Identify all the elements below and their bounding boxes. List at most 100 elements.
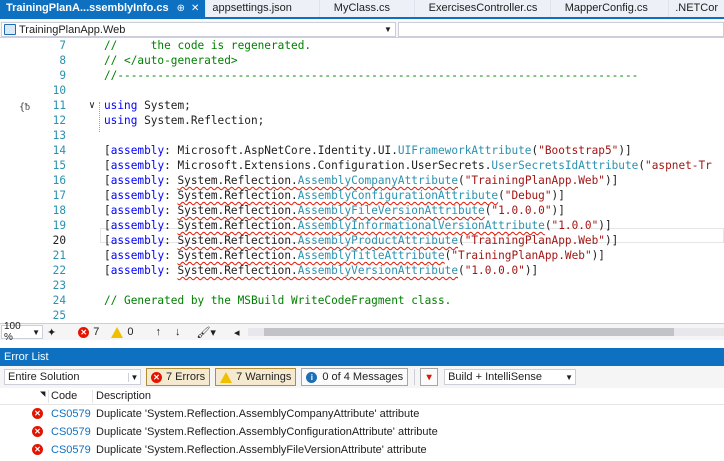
code-line: 14 [assembly: Microsoft.AspNetCore.Identi…: [0, 143, 724, 158]
error-icon: ✕: [151, 371, 162, 383]
namespace-text: System.Reflection.: [177, 264, 298, 277]
keyword: using: [104, 114, 138, 127]
column-divider[interactable]: [48, 390, 49, 403]
error-icon: ✕: [32, 426, 43, 437]
line-number: 15: [52, 159, 66, 172]
previous-issue-icon[interactable]: ↑: [155, 326, 161, 338]
scrollbar-thumb[interactable]: [263, 328, 674, 336]
tab-myclass[interactable]: MyClass.cs: [320, 0, 415, 17]
attribute-name: AssemblyVersionAttribute: [297, 264, 459, 277]
scope-value: Entire Solution: [8, 371, 80, 383]
namespace-text: System.Reflection.: [177, 174, 298, 187]
scroll-left-icon[interactable]: ◂: [234, 326, 240, 339]
keyword: using: [104, 99, 138, 112]
build-intellisense-dropdown[interactable]: Build + IntelliSense ▼: [444, 369, 577, 385]
attribute-name: AssemblyConfigurationAttribute: [297, 189, 499, 202]
namespace-text: Microsoft.AspNetCore.Identity.UI.: [177, 144, 398, 157]
tab-label: MapperConfig.cs: [564, 2, 648, 14]
namespace-text: System;: [137, 99, 191, 112]
error-code-link[interactable]: CS0579: [51, 444, 91, 456]
attribute-name: AssemblyTitleAttribute: [297, 249, 445, 262]
line-number: 16: [52, 174, 66, 187]
string-literal: "Bootstrap5": [538, 144, 619, 157]
keyword: assembly: [110, 249, 165, 262]
error-icon: ✕: [32, 408, 43, 419]
project-dropdown[interactable]: TrainingPlanApp.Web ▼: [1, 22, 396, 37]
error-count[interactable]: ✕ 7: [78, 326, 99, 338]
keyword: assembly: [110, 174, 165, 187]
tab-assemblyinfo[interactable]: TrainingPlanA...ssemblyInfo.cs ⊕ ✕: [0, 0, 207, 17]
line-number: 20: [52, 234, 66, 247]
error-icon: ✕: [32, 444, 43, 455]
code-line: 16 [assembly: System.Reflection.AssemblyC…: [0, 173, 724, 188]
tab-label: .NETCor: [675, 2, 718, 14]
warning-count-value: 0: [127, 326, 134, 338]
error-row[interactable]: ✕ CS0579 Duplicate 'System.Reflection.As…: [0, 423, 724, 441]
error-row[interactable]: ✕ CS0579 Duplicate 'System.Reflection.As…: [0, 441, 724, 459]
chevron-down-icon: ▼: [32, 327, 40, 337]
next-issue-icon[interactable]: ↓: [175, 326, 181, 338]
chevron-down-icon: ▼: [565, 372, 574, 382]
editor-status-bar: 100 % ▼ ✦ ✕ 7 0 ↑ ↓ 🖌▾ ◂: [0, 321, 724, 343]
error-description: Duplicate 'System.Reflection.AssemblyCon…: [96, 426, 438, 438]
horizontal-scrollbar[interactable]: [247, 328, 724, 336]
code-line: 24 // Generated by the MSBuild WriteCodeF…: [0, 293, 724, 308]
warnings-filter-button[interactable]: 7 Warnings: [215, 368, 297, 386]
copilot-icon[interactable]: ✦: [47, 326, 56, 339]
code-cleanup-icon[interactable]: 🖌▾: [196, 326, 216, 339]
line-number: 19: [52, 219, 66, 232]
code-line: 23: [0, 278, 724, 293]
column-divider[interactable]: [92, 390, 93, 403]
string-literal: "1.0.0.0": [491, 204, 552, 217]
scope-dropdown[interactable]: Entire Solution ▼: [4, 369, 141, 385]
code-line: 10: [0, 83, 724, 98]
collapse-chevron-icon[interactable]: ∨: [89, 98, 95, 113]
warning-count[interactable]: 0: [111, 326, 133, 338]
filter-icon[interactable]: ▾: [420, 368, 439, 386]
error-code-link[interactable]: CS0579: [51, 408, 91, 420]
namespace-text: System.Reflection;: [137, 114, 265, 127]
document-tab-strip: TrainingPlanA...ssemblyInfo.cs ⊕ ✕ appse…: [0, 0, 724, 19]
tab-netcore[interactable]: .NETCor: [669, 0, 724, 17]
tab-label: appsettings.json: [212, 2, 292, 14]
error-description: Duplicate 'System.Reflection.AssemblyCom…: [96, 408, 420, 420]
keyword: assembly: [110, 204, 165, 217]
error-row[interactable]: ✕ CS0579 Duplicate 'System.Reflection.As…: [0, 405, 724, 423]
tab-mapperconfig[interactable]: MapperConfig.cs: [551, 0, 670, 17]
line-number: 24: [52, 294, 66, 307]
namespace-text: System.Reflection.: [177, 249, 298, 262]
code-editor[interactable]: {ᵬ 7// the code is regenerated. 8// </au…: [0, 38, 724, 323]
csharp-project-icon: [4, 24, 16, 35]
error-list-title: Error List: [0, 348, 724, 366]
error-code-link[interactable]: CS0579: [51, 426, 91, 438]
keyword: assembly: [110, 234, 165, 247]
tab-exercisescontroller[interactable]: ExercisesController.cs: [415, 0, 551, 17]
zoom-dropdown[interactable]: 100 % ▼: [1, 321, 43, 343]
code-line: 15 [assembly: Microsoft.Extensions.Config…: [0, 158, 724, 173]
column-header-code[interactable]: Code: [51, 390, 77, 402]
messages-filter-button[interactable]: i 0 of 4 Messages: [301, 368, 409, 386]
errors-filter-button[interactable]: ✕ 7 Errors: [146, 368, 211, 386]
sort-icon[interactable]: ◥: [40, 390, 45, 398]
chevron-down-icon: ▼: [384, 25, 392, 34]
pin-icon[interactable]: ⊕: [177, 0, 185, 17]
line-number: 11: [52, 99, 66, 112]
warning-icon: [220, 371, 233, 383]
comment-text: //--------------------------------------…: [104, 69, 639, 82]
messages-filter-label: 0 of 4 Messages: [322, 371, 404, 383]
member-dropdown[interactable]: [398, 22, 724, 37]
keyword: assembly: [110, 144, 165, 157]
tab-label: MyClass.cs: [333, 2, 391, 14]
string-literal: "TrainingPlanApp.Web": [464, 174, 605, 187]
namespace-text: Microsoft.Extensions.Configuration.UserS…: [177, 159, 492, 172]
error-count-value: 7: [93, 326, 100, 338]
keyword: assembly: [110, 264, 165, 277]
code-line: 18 [assembly: System.Reflection.AssemblyF…: [0, 203, 724, 218]
column-header-description[interactable]: Description: [96, 390, 151, 402]
line-number: 13: [52, 129, 66, 142]
close-icon[interactable]: ✕: [191, 0, 199, 17]
attribute-name: UserSecretsIdAttribute: [491, 159, 639, 172]
line-number: 22: [52, 264, 66, 277]
tab-appsettings[interactable]: appsettings.json: [206, 0, 320, 17]
tab-label: ExercisesController.cs: [428, 2, 538, 14]
